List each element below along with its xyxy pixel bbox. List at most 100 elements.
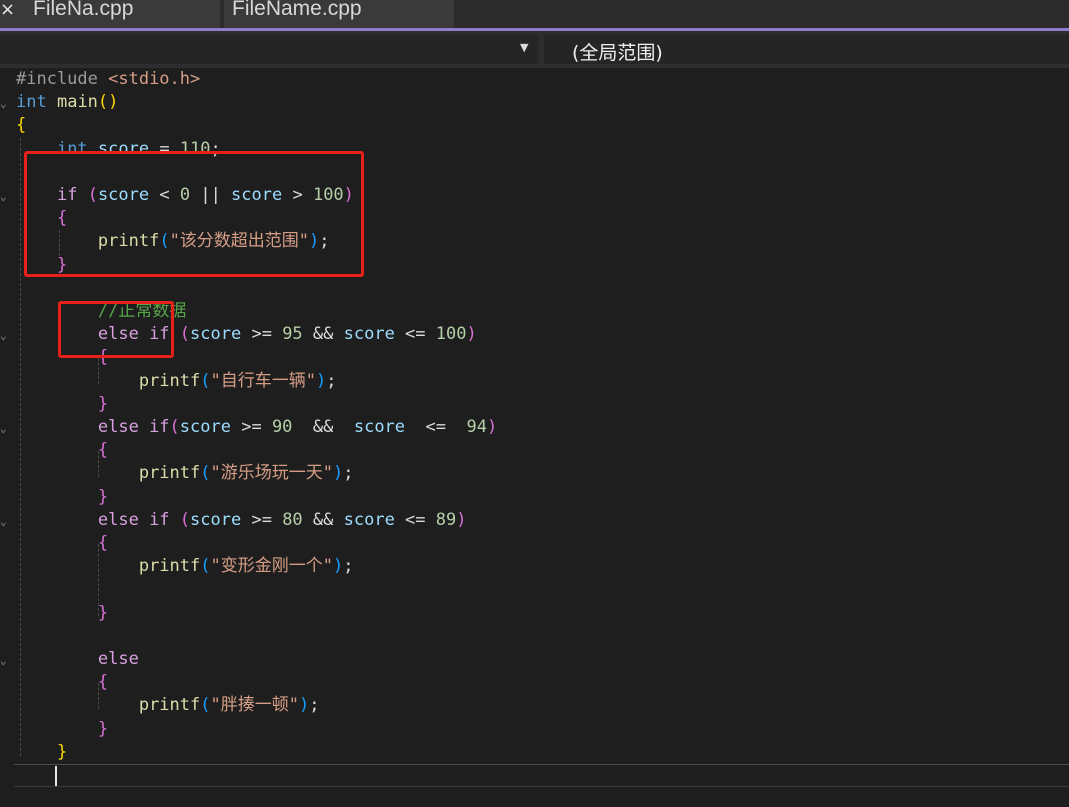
code-token: <= — [394, 509, 436, 530]
code-token: } — [97, 393, 109, 414]
code-token: ( — [179, 509, 191, 530]
code-line[interactable]: else if (score >= 80 && score <= 89) — [16, 509, 467, 532]
code-line[interactable]: } — [16, 393, 108, 416]
code-token: else if — [97, 509, 170, 530]
code-token: { — [16, 115, 27, 136]
code-token: ; — [309, 695, 320, 716]
code-token: } — [97, 602, 109, 623]
code-line[interactable]: { — [16, 532, 108, 555]
fold-marker[interactable]: ⌄ — [0, 655, 8, 666]
code-token: 90 — [271, 417, 293, 437]
close-icon[interactable]: × — [0, 0, 20, 22]
code-token: score — [190, 509, 242, 530]
code-token: printf — [138, 695, 201, 716]
code-token: >= — [241, 509, 283, 530]
code-line[interactable]: int main() — [16, 91, 118, 114]
code-token: ; — [343, 463, 354, 484]
indent-guide — [98, 358, 99, 384]
code-token: printf — [138, 556, 201, 577]
fold-marker[interactable]: ⌄ — [0, 516, 8, 527]
indent-guide — [98, 544, 99, 616]
code-line[interactable]: else — [16, 648, 139, 671]
code-token: { — [97, 672, 109, 693]
fold-marker[interactable]: ⌄ — [0, 330, 8, 341]
code-token: "胖揍一顿" — [210, 695, 299, 716]
code-token: ; — [326, 370, 337, 391]
code-token: else if — [97, 417, 170, 437]
code-token: printf — [138, 370, 201, 391]
tab-label: FileName.cpp — [232, 0, 362, 20]
code-token: } — [97, 486, 109, 507]
footer-area — [0, 787, 1069, 807]
fold-marker[interactable]: ⌄ — [0, 423, 8, 434]
tab-label: FileNa.cpp — [33, 0, 134, 20]
code-token: <= — [405, 417, 467, 437]
code-token: ) — [315, 370, 327, 391]
code-token: score — [190, 324, 242, 345]
highlight-box-else-if — [58, 301, 174, 358]
code-token: printf — [138, 463, 201, 484]
scope-label: (全局范围) — [572, 42, 663, 64]
scope-dropdown[interactable]: (全局范围) — [544, 35, 1069, 64]
code-token: { — [97, 440, 109, 461]
code-token: ) — [332, 556, 344, 577]
code-token: ) — [298, 695, 310, 716]
project-dropdown[interactable]: ▼ — [0, 35, 538, 64]
tab-filename-cpp[interactable]: FileName.cpp — [224, 0, 454, 28]
code-line[interactable]: } — [16, 486, 108, 509]
code-token: 100 — [435, 324, 467, 345]
code-token: ; — [343, 556, 354, 577]
code-token: <= — [394, 324, 436, 345]
code-line[interactable]: } — [16, 602, 108, 625]
code-token: && — [302, 324, 344, 345]
code-line[interactable]: } — [16, 741, 67, 764]
code-line[interactable]: printf("胖揍一顿"); — [16, 694, 320, 717]
code-token: () — [97, 92, 119, 113]
code-token: "游乐场玩一天" — [210, 463, 333, 484]
code-token: && — [302, 509, 344, 530]
code-token: ) — [466, 324, 477, 345]
code-token: ) — [332, 463, 344, 484]
tab-bar: × FileNa.cpp FileName.cpp — [0, 0, 1069, 28]
code-token: 94 — [466, 417, 487, 437]
code-token: "变形金刚一个" — [210, 556, 333, 577]
code-token: ( — [200, 556, 211, 577]
code-line[interactable]: { — [16, 114, 26, 137]
code-token: && — [292, 417, 354, 437]
code-line[interactable]: else if(score >= 90 && score <= 94) — [16, 416, 497, 439]
code-token: score — [179, 417, 231, 437]
code-token: score — [343, 509, 395, 530]
code-token: ( — [169, 417, 180, 437]
tab-filena-cpp[interactable]: × FileNa.cpp — [0, 0, 220, 28]
chevron-down-icon[interactable]: ▼ — [520, 41, 528, 54]
indent-guide — [98, 451, 99, 477]
code-token: <stdio.h> — [108, 69, 201, 89]
code-token: 80 — [282, 509, 303, 530]
code-line[interactable]: printf("变形金刚一个"); — [16, 555, 354, 578]
fold-marker[interactable]: ⌄ — [0, 98, 8, 109]
code-token: ( — [179, 324, 191, 345]
code-line[interactable]: #include <stdio.h> — [16, 68, 200, 91]
code-line[interactable]: { — [16, 671, 108, 694]
code-token: ) — [486, 417, 498, 437]
indent-guide — [20, 138, 21, 756]
code-token: int — [16, 92, 47, 113]
fold-marker[interactable]: ⌄ — [0, 191, 8, 202]
highlight-box-if-block — [24, 151, 364, 277]
code-token: >= — [241, 324, 283, 345]
code-line[interactable]: { — [16, 439, 108, 462]
code-line[interactable]: } — [16, 718, 108, 741]
code-line[interactable]: printf("自行车一辆"); — [16, 370, 337, 393]
code-line[interactable]: printf("游乐场玩一天"); — [16, 462, 354, 485]
code-editor[interactable]: #include <stdio.h> int main(){ int score … — [0, 68, 1069, 764]
